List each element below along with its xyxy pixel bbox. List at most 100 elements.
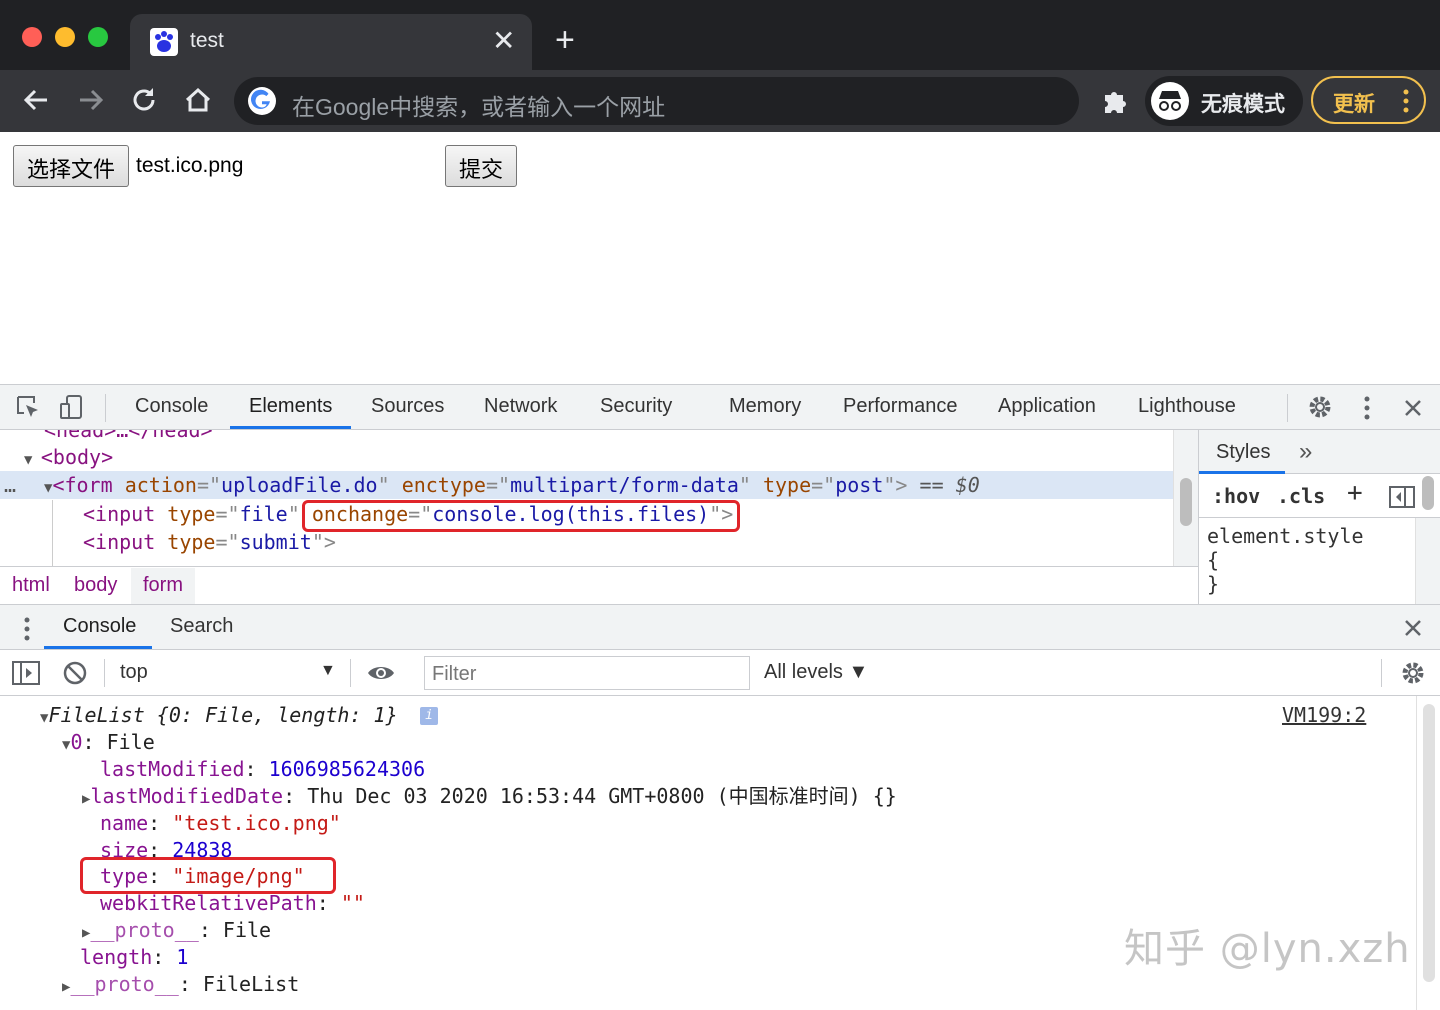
class-toggle[interactable]: .cls — [1277, 484, 1325, 508]
filelist-summary-row[interactable]: ▼FileList {0: File, length: 1} — [40, 702, 398, 732]
zhihu-watermark: 知乎 @lyn.xzh — [1124, 926, 1411, 972]
elements-scrollbar[interactable] — [1173, 430, 1198, 566]
elements-tree[interactable]: <head>…</head> ▼ <body> … ▼<form action=… — [0, 430, 1173, 566]
console-settings-gear-icon[interactable] — [1399, 659, 1427, 687]
device-toggle-icon[interactable] — [58, 393, 86, 421]
filter-placeholder: Filter — [432, 663, 477, 685]
hover-state-toggle[interactable]: :hov — [1212, 484, 1260, 508]
scrollbar-thumb[interactable] — [1422, 476, 1434, 510]
toolbar-divider — [105, 394, 106, 422]
console-toolbar: top ▼ Filter All levels ▼ — [0, 650, 1440, 696]
styles-scrollbar[interactable] — [1415, 518, 1440, 604]
more-vertical-icon — [1403, 89, 1409, 113]
info-icon[interactable]: i — [420, 707, 438, 725]
drawer-tab-search[interactable]: Search — [170, 615, 233, 638]
settings-gear-icon[interactable] — [1306, 393, 1334, 421]
file-item-row[interactable]: ▼0: File — [62, 729, 155, 759]
more-vertical-icon[interactable] — [1360, 394, 1374, 422]
source-location-link[interactable]: VM199:2 — [1282, 703, 1366, 727]
update-label: 更新 — [1333, 93, 1375, 116]
close-drawer-icon[interactable] — [1401, 616, 1425, 640]
browser-toolbar: 在Google中搜索，或者输入一个网址 无痕模式 更新 — [0, 70, 1440, 132]
toggle-sidebar-icon[interactable] — [1389, 486, 1415, 508]
head-node[interactable]: <head>…</head> — [44, 430, 213, 444]
prop-webkitrelativepath: webkitRelativePath: "" — [100, 891, 365, 915]
tab-console[interactable]: Console — [135, 395, 208, 418]
breadcrumb: html body form — [0, 566, 1198, 604]
scrollbar-thumb[interactable] — [1180, 478, 1192, 526]
highlight-box-type — [80, 857, 336, 894]
close-devtools-icon[interactable] — [1401, 396, 1425, 420]
highlight-box-onchange — [302, 500, 740, 532]
log-levels-select[interactable]: All levels ▼ — [764, 661, 868, 684]
dropdown-triangle-icon[interactable]: ▼ — [320, 662, 336, 680]
maximize-window-button[interactable] — [88, 27, 108, 47]
prop-lastmodifieddate[interactable]: ▶lastModifiedDate: Thu Dec 03 2020 16:53… — [82, 783, 897, 813]
devtools-toolbar: Console Elements Sources Network Securit… — [0, 384, 1440, 430]
tab-elements[interactable]: Elements — [249, 395, 332, 418]
scrollbar-thumb[interactable] — [1423, 704, 1435, 982]
home-icon[interactable] — [180, 82, 216, 118]
console-filter-input[interactable]: Filter — [424, 656, 750, 690]
input-submit-node[interactable]: <input type="submit"> — [83, 528, 336, 556]
tab-sources[interactable]: Sources — [371, 395, 444, 418]
execution-context-select[interactable]: top — [120, 661, 148, 684]
incognito-label: 无痕模式 — [1201, 93, 1285, 116]
drawer-menu-icon[interactable] — [20, 616, 34, 642]
choose-file-button[interactable]: 选择文件 — [13, 145, 129, 187]
console-output: VM199:2 ▼FileList {0: File, length: 1} i… — [0, 696, 1416, 1010]
minimize-window-button[interactable] — [55, 27, 75, 47]
tab-security[interactable]: Security — [600, 395, 672, 418]
active-tab-indicator — [44, 646, 152, 649]
tab-styles[interactable]: Styles — [1216, 441, 1270, 464]
live-expression-eye-icon[interactable] — [366, 662, 396, 684]
show-sidebar-icon[interactable] — [12, 661, 40, 685]
tab-lighthouse[interactable]: Lighthouse — [1138, 395, 1236, 418]
browser-tab[interactable]: test ✕ — [130, 14, 532, 70]
tab-application[interactable]: Application — [998, 395, 1096, 418]
reload-icon[interactable] — [126, 82, 162, 118]
selected-file-name: test.ico.png — [136, 154, 244, 177]
prop-filelist-proto[interactable]: ▶__proto__: FileList — [62, 971, 299, 1001]
prop-file-proto[interactable]: ▶__proto__: File — [82, 917, 271, 947]
body-node[interactable]: ▼ <body> — [24, 443, 113, 474]
prop-name: name: "test.ico.png" — [100, 811, 341, 835]
toolbar-divider — [104, 659, 105, 687]
breadcrumb-html[interactable]: html — [12, 574, 50, 597]
forward-arrow-icon[interactable] — [72, 82, 108, 118]
tab-memory[interactable]: Memory — [729, 395, 801, 418]
node-ellipsis-icon[interactable]: … — [4, 471, 16, 499]
close-window-button[interactable] — [22, 27, 42, 47]
prop-length: length: 1 — [80, 945, 189, 969]
breadcrumb-form[interactable]: form — [143, 574, 183, 597]
inspect-element-icon[interactable] — [14, 393, 42, 421]
page-content: 选择文件 test.ico.png 提交 — [0, 132, 1440, 384]
tab-title: test — [190, 29, 224, 52]
element-style-selector: element.style — [1207, 524, 1364, 548]
clear-console-icon[interactable] — [62, 660, 88, 686]
toolbar-divider — [1287, 394, 1288, 422]
drawer-tabbar: Console Search — [0, 604, 1440, 650]
toolbar-divider — [350, 659, 351, 687]
puzzle-extensions-icon[interactable] — [1100, 86, 1130, 116]
add-rule-plus-icon[interactable]: + — [1347, 478, 1363, 508]
tab-close-icon[interactable]: ✕ — [492, 26, 515, 56]
tab-performance[interactable]: Performance — [843, 395, 958, 418]
address-bar[interactable]: 在Google中搜索，或者输入一个网址 — [234, 77, 1079, 125]
breadcrumb-body[interactable]: body — [74, 574, 117, 597]
back-arrow-icon[interactable] — [19, 82, 55, 118]
rule-brace-close: } — [1207, 572, 1220, 596]
incognito-indicator[interactable]: 无痕模式 — [1145, 76, 1303, 126]
drawer-tab-console[interactable]: Console — [63, 615, 136, 638]
more-tabs-chevron-icon[interactable]: » — [1299, 438, 1312, 466]
tab-network[interactable]: Network — [484, 395, 557, 418]
new-tab-button[interactable]: + — [555, 22, 575, 58]
submit-button[interactable]: 提交 — [445, 145, 517, 187]
tree-guide-line — [52, 500, 53, 566]
update-button[interactable]: 更新 — [1311, 76, 1426, 124]
tab-strip: test ✕ + — [0, 0, 1440, 70]
console-scrollbar[interactable] — [1416, 696, 1440, 1010]
baidu-paw-icon — [150, 28, 178, 56]
styles-tabbar: Styles » — [1199, 430, 1440, 474]
form-node[interactable]: ▼<form action="uploadFile.do" enctype="m… — [44, 471, 980, 502]
